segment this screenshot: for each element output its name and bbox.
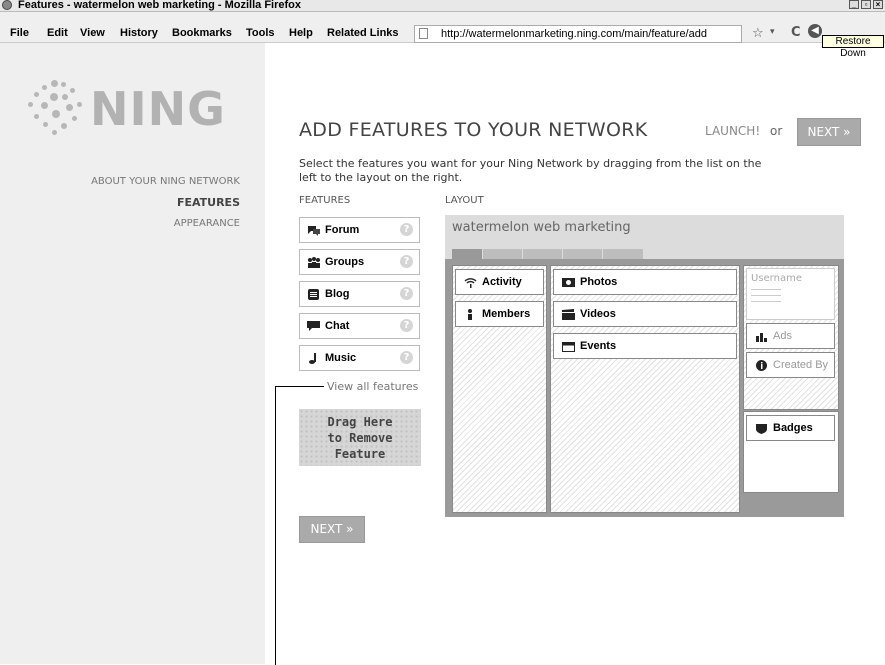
page-title: ADD FEATURES TO YOUR NETWORK xyxy=(299,119,648,141)
instructions: Select the features you want for your Ni… xyxy=(299,157,762,184)
ads-icon xyxy=(756,333,767,342)
layout-tab xyxy=(603,249,643,259)
feature-label: Blog xyxy=(325,288,350,300)
restore-button[interactable]: ▫ xyxy=(861,0,871,9)
layout-item-ads[interactable]: Ads xyxy=(746,323,835,349)
signin-box: Username xyxy=(746,268,835,320)
back-icon[interactable]: ◀ xyxy=(808,24,822,38)
layout-item-events[interactable]: Events xyxy=(553,333,737,359)
reload-icon[interactable]: C xyxy=(791,25,801,40)
firefox-icon xyxy=(2,0,12,10)
members-icon xyxy=(468,309,472,320)
layout-preview: watermelon web marketing Activity Member… xyxy=(445,215,844,517)
photos-icon xyxy=(562,278,575,287)
videos-icon xyxy=(562,309,575,320)
menu-related-links[interactable]: Related Links xyxy=(327,27,399,39)
feature-label: Forum xyxy=(325,224,360,236)
layout-item-label: Badges xyxy=(773,422,813,434)
layout-item-label: Videos xyxy=(580,308,616,320)
music-icon xyxy=(309,353,316,364)
layout-item-label: Created By xyxy=(773,359,829,371)
menu-edit[interactable]: Edit xyxy=(47,27,68,39)
layout-tab xyxy=(483,249,522,259)
menu-view[interactable]: View xyxy=(80,27,105,39)
next-button-top[interactable]: NEXT » xyxy=(797,118,861,146)
window-title: Features - watermelon web marketing - Mo… xyxy=(18,0,302,11)
help-icon[interactable]: ? xyxy=(400,255,413,268)
help-icon[interactable]: ? xyxy=(400,351,413,364)
groups-icon xyxy=(308,257,320,268)
menu-history[interactable]: History xyxy=(120,27,158,39)
layout-tab-active xyxy=(452,249,482,259)
features-label: FEATURES xyxy=(299,195,351,206)
remove-feature-dropzone[interactable]: Drag Here to Remove Feature xyxy=(299,409,421,466)
layout-item-label: Activity xyxy=(482,276,522,288)
layout-item-label: Members xyxy=(482,308,531,320)
tooltip: Restore Down xyxy=(822,35,884,59)
info-icon xyxy=(756,360,767,371)
layout-header: watermelon web marketing xyxy=(445,215,844,259)
layout-item-photos[interactable]: Photos xyxy=(553,269,737,295)
feature-label: Chat xyxy=(325,320,350,332)
activity-icon xyxy=(464,278,477,288)
bookmark-star-icon[interactable]: ☆ xyxy=(752,26,764,41)
site-name: watermelon web marketing xyxy=(452,220,631,235)
events-icon xyxy=(562,342,575,352)
page-icon xyxy=(419,28,428,39)
layout-tab xyxy=(523,249,562,259)
sidebar-item-features[interactable]: FEATURES xyxy=(0,196,240,209)
layout-middle-column[interactable]: Photos Videos Events xyxy=(550,265,740,513)
or-text: or xyxy=(770,124,783,138)
menu-tools[interactable]: Tools xyxy=(246,27,275,39)
layout-item-label: Events xyxy=(580,340,617,352)
blog-icon xyxy=(308,289,319,300)
window-title-bar: Features - watermelon web marketing - Mo… xyxy=(0,0,885,12)
feature-blog[interactable]: Blog ? xyxy=(299,281,420,307)
ning-logo-text: NING xyxy=(90,82,226,136)
minimize-button[interactable]: _ xyxy=(849,0,859,9)
help-icon[interactable]: ? xyxy=(400,319,413,332)
username-label: Username xyxy=(751,273,802,284)
url-dropdown-icon[interactable]: ▾ xyxy=(770,27,775,37)
layout-item-label: Photos xyxy=(580,276,618,288)
launch-link[interactable]: LAUNCH! xyxy=(705,124,760,138)
layout-item-activity[interactable]: Activity xyxy=(455,269,544,295)
feature-music[interactable]: Music ? xyxy=(299,345,420,371)
address-bar[interactable]: http://watermelonmarketing.ning.com/main… xyxy=(414,25,742,43)
address-url[interactable]: http://watermelonmarketing.ning.com/main… xyxy=(441,26,707,42)
layout-right-column-top[interactable]: Username Ads Created By xyxy=(743,265,839,410)
layout-item-created-by[interactable]: Created By xyxy=(746,352,835,378)
feature-groups[interactable]: Groups ? xyxy=(299,249,420,275)
sidebar-item-appearance[interactable]: APPEARANCE xyxy=(0,218,240,229)
feature-label: Groups xyxy=(325,256,365,268)
menu-help[interactable]: Help xyxy=(289,27,313,39)
layout-left-column[interactable]: Activity Members xyxy=(452,265,547,513)
chat-icon xyxy=(307,321,320,331)
layout-right-column-bottom[interactable]: Badges xyxy=(743,411,839,493)
help-icon[interactable]: ? xyxy=(400,223,413,236)
layout-item-badges[interactable]: Badges xyxy=(746,415,835,441)
next-button-bottom[interactable]: NEXT » xyxy=(299,516,365,543)
layout-tab xyxy=(563,249,602,259)
forum-icon xyxy=(308,226,320,236)
close-window-button[interactable]: × xyxy=(873,0,883,9)
badge-icon xyxy=(756,424,767,434)
feature-forum[interactable]: Forum ? xyxy=(299,217,420,243)
layout-item-label: Ads xyxy=(773,330,792,342)
menu-bookmarks[interactable]: Bookmarks xyxy=(172,27,232,39)
view-all-features-link[interactable]: View all features xyxy=(327,380,418,393)
help-icon[interactable]: ? xyxy=(400,287,413,300)
feature-label: Music xyxy=(325,352,357,364)
menu-file[interactable]: File xyxy=(10,27,29,39)
sidebar xyxy=(0,43,265,664)
sidebar-item-about[interactable]: ABOUT YOUR NING NETWORK xyxy=(0,176,240,187)
layout-item-videos[interactable]: Videos xyxy=(553,301,737,327)
feature-chat[interactable]: Chat ? xyxy=(299,313,420,339)
layout-label: LAYOUT xyxy=(445,195,484,206)
layout-item-members[interactable]: Members xyxy=(455,301,544,327)
dropzone-label: Drag Here to Remove Feature xyxy=(327,415,393,461)
